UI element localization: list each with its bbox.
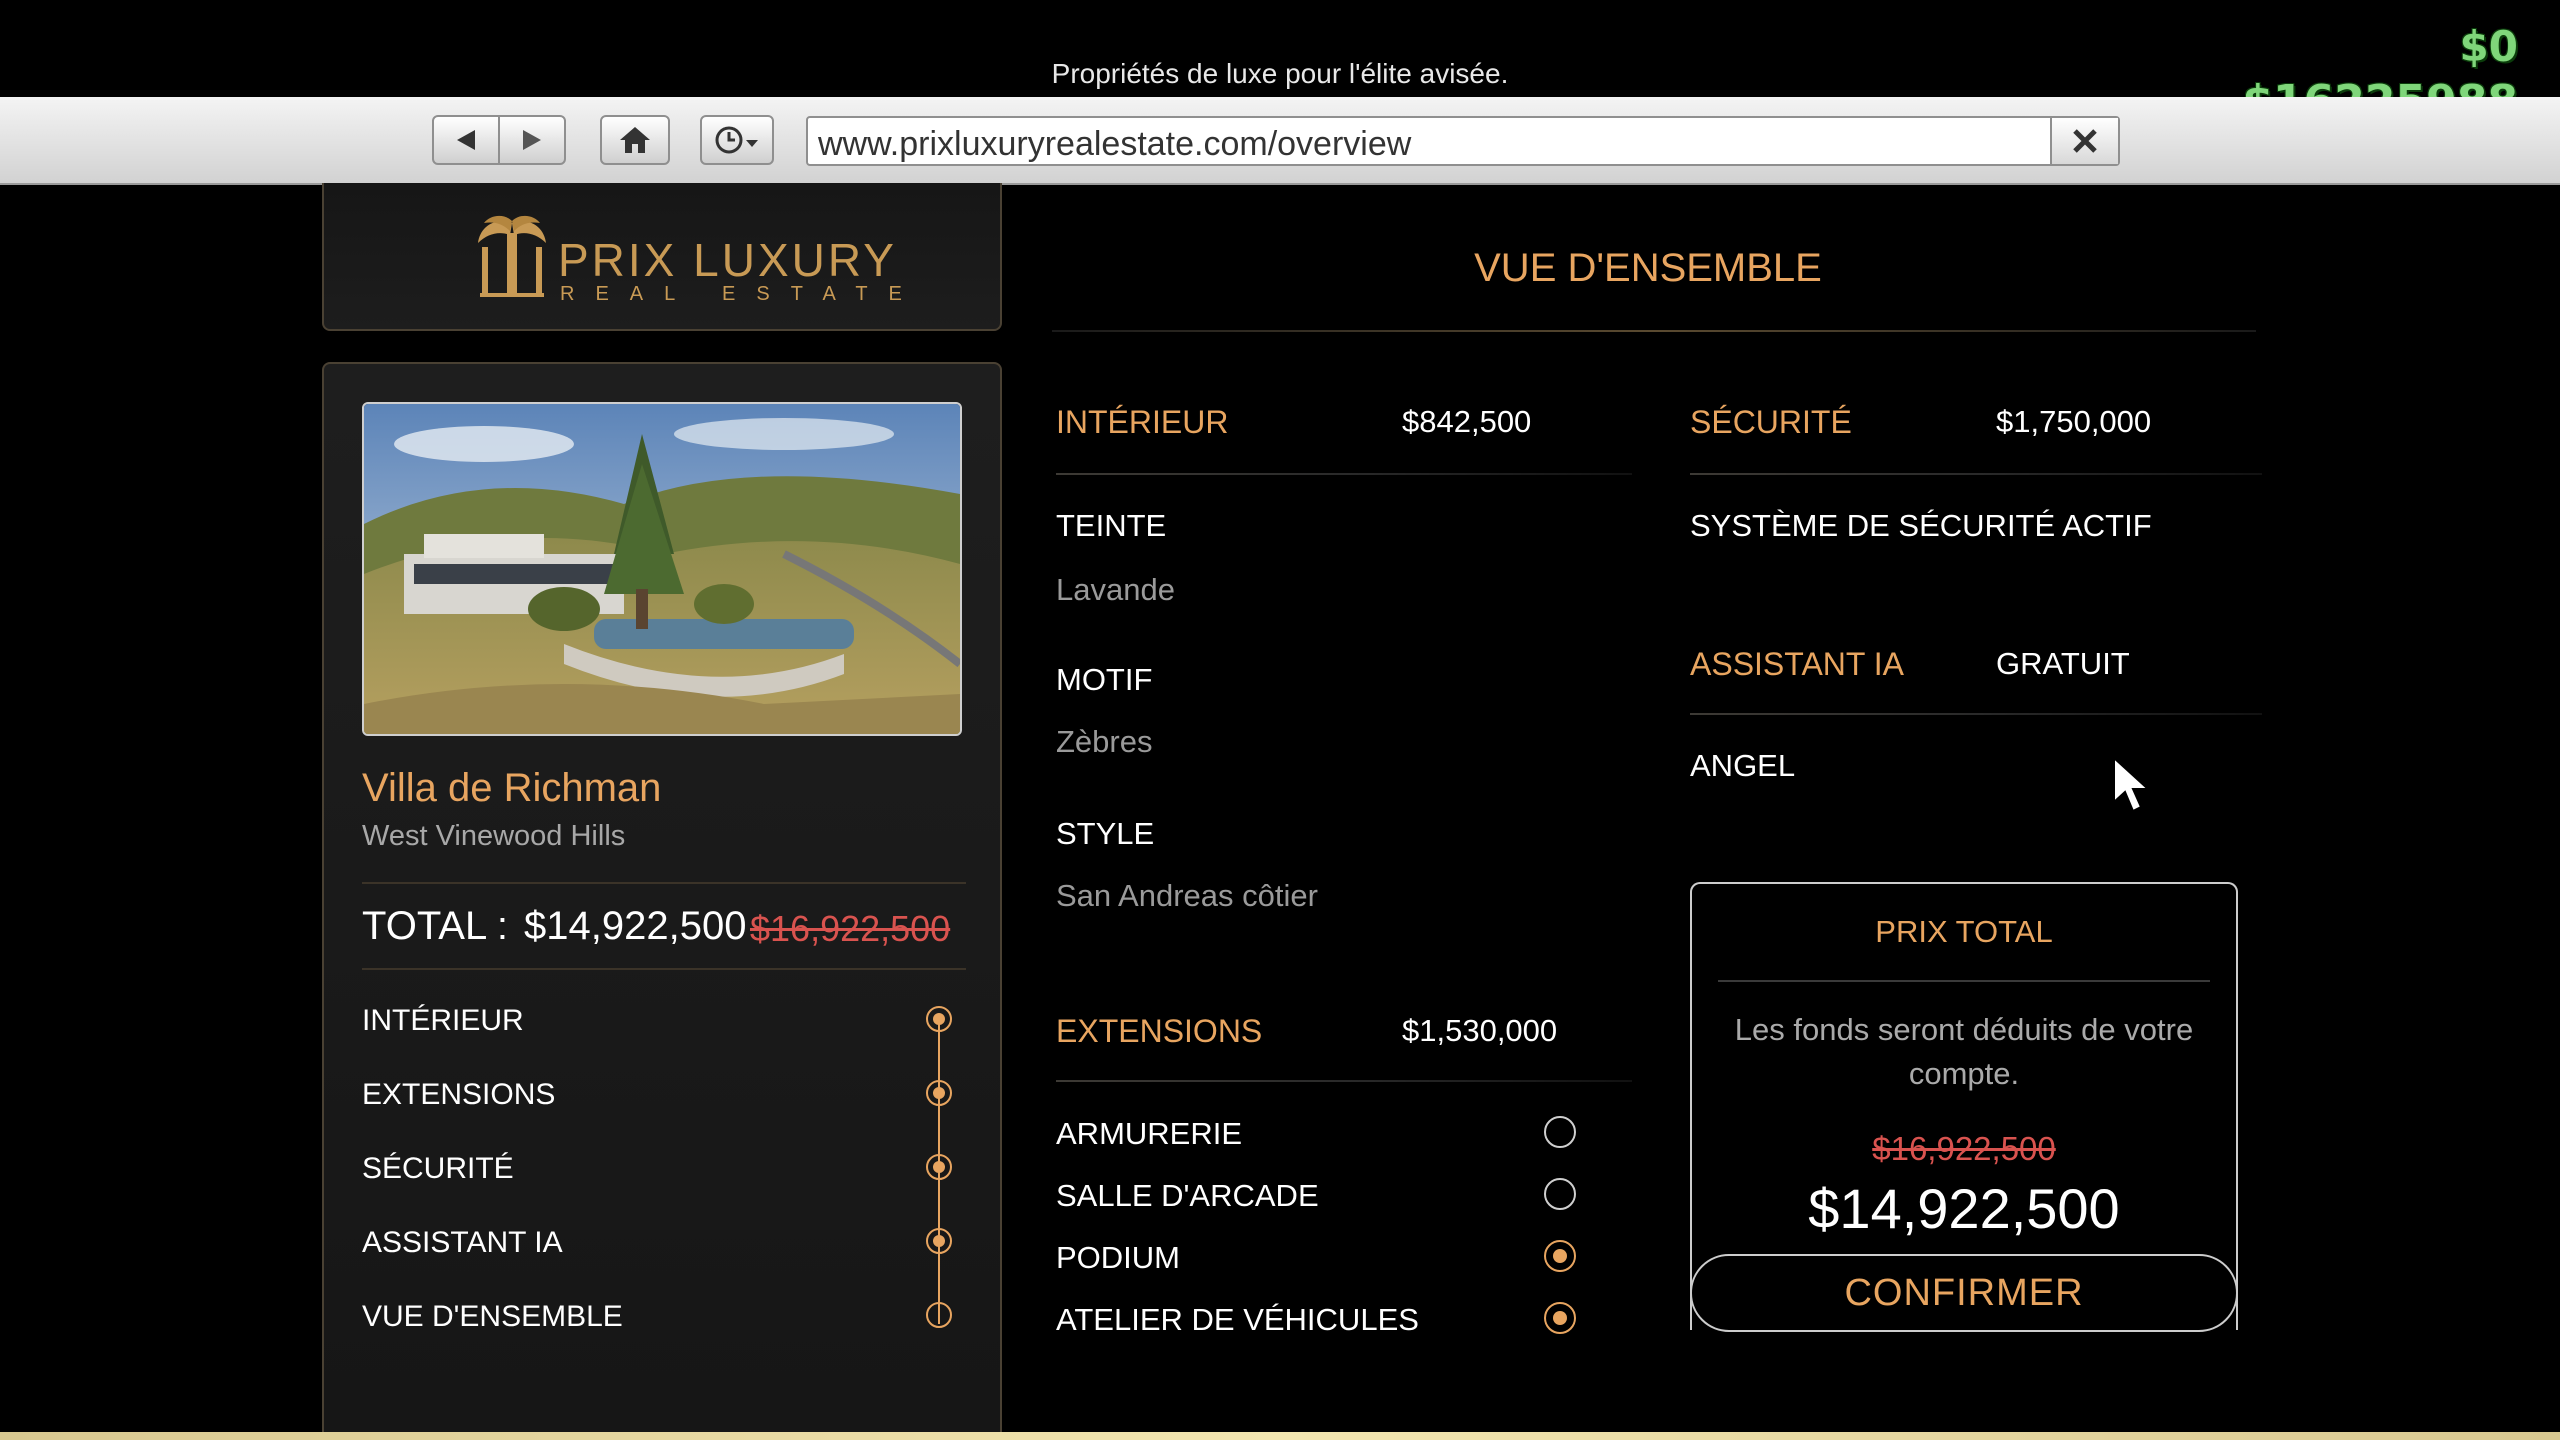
- step-dot: [926, 1080, 952, 1106]
- divider: [362, 882, 966, 884]
- total-price: $14,922,500: [524, 904, 747, 948]
- step-assistant-ia[interactable]: ASSISTANT IA: [362, 1226, 563, 1260]
- tint-label: TEINTE: [1056, 508, 1167, 543]
- extension-atelier-radio[interactable]: [1544, 1302, 1576, 1334]
- interior-section-title: INTÉRIEUR: [1056, 404, 1229, 440]
- divider: [1718, 980, 2210, 982]
- extension-podium-radio[interactable]: [1544, 1240, 1576, 1272]
- home-button[interactable]: [600, 115, 670, 165]
- browser-toolbar: www.prixluxuryrealestate.com/overview: [0, 97, 2560, 185]
- step-dot: [926, 1006, 952, 1032]
- address-bar[interactable]: www.prixluxuryrealestate.com/overview: [806, 116, 2120, 166]
- extension-podium-label: PODIUM: [1056, 1240, 1180, 1275]
- url-text: www.prixluxuryrealestate.com/overview: [818, 125, 1412, 163]
- mouse-cursor-icon: [2113, 756, 2151, 813]
- interior-price: $842,500: [1402, 404, 1532, 439]
- divider: [362, 968, 966, 970]
- security-price: $1,750,000: [1996, 404, 2152, 439]
- extensions-section-title: EXTENSIONS: [1056, 1013, 1263, 1049]
- style-value: San Andreas côtier: [1056, 878, 1318, 913]
- step-securite[interactable]: SÉCURITÉ: [362, 1152, 514, 1186]
- security-section-title: SÉCURITÉ: [1690, 404, 1852, 440]
- logo-panel: PRIX LUXURY REAL ESTATE: [322, 183, 1002, 331]
- property-image: [362, 402, 962, 736]
- ai-section-title: ASSISTANT IA: [1690, 646, 1904, 682]
- extension-armurerie-label: ARMURERIE: [1056, 1116, 1243, 1151]
- confirm-button[interactable]: CONFIRMER: [1690, 1254, 2238, 1332]
- step-interieur[interactable]: INTÉRIEUR: [362, 1004, 524, 1038]
- step-dot: [926, 1302, 952, 1328]
- pattern-value: Zèbres: [1056, 724, 1153, 759]
- back-forward-group: [432, 115, 566, 165]
- back-icon[interactable]: [434, 117, 500, 163]
- page-title: VUE D'ENSEMBLE: [1474, 246, 1822, 290]
- total-box-price: $14,922,500: [1808, 1177, 2120, 1240]
- palm-tree-logo-icon: [478, 215, 546, 297]
- close-icon: [2073, 129, 2097, 153]
- security-system-label: SYSTÈME DE SÉCURITÉ ACTIF: [1690, 508, 2152, 543]
- pattern-label: MOTIF: [1056, 662, 1153, 697]
- history-button[interactable]: [700, 115, 774, 165]
- ai-price: GRATUIT: [1996, 646, 2130, 681]
- property-panel: Villa de Richman West Vinewood Hills TOT…: [322, 362, 1002, 1440]
- cash-amount: $0: [2459, 22, 2518, 71]
- ai-assistant-name: ANGEL: [1690, 748, 1796, 783]
- extension-atelier-label: ATELIER DE VÉHICULES: [1056, 1302, 1419, 1337]
- divider: [1690, 713, 2262, 715]
- logo-wordmark: PRIX LUXURY: [558, 234, 897, 286]
- step-dot: [926, 1154, 952, 1180]
- history-clock-icon: [715, 126, 758, 154]
- total-box-original-price: $16,922,500: [1872, 1130, 2056, 1167]
- extension-armurerie-radio[interactable]: [1544, 1116, 1576, 1148]
- close-button[interactable]: [2050, 118, 2118, 164]
- style-label: STYLE: [1056, 816, 1155, 851]
- tint-value: Lavande: [1056, 572, 1175, 607]
- forward-icon[interactable]: [500, 117, 564, 163]
- divider: [1056, 1080, 1632, 1082]
- bottom-strip: [0, 1432, 2560, 1440]
- original-price: $16,922,500: [750, 908, 951, 949]
- logo-subtitle: REAL ESTATE: [560, 283, 923, 305]
- step-extensions[interactable]: EXTENSIONS: [362, 1078, 555, 1112]
- funds-note: Les fonds seront déduits de votre compte…: [1734, 1012, 2194, 1091]
- site-tagline: Propriétés de luxe pour l'élite avisée.: [1051, 58, 1509, 89]
- extensions-price: $1,530,000: [1402, 1013, 1558, 1048]
- total-box-title: PRIX TOTAL: [1875, 914, 2053, 949]
- property-name: Villa de Richman: [362, 766, 662, 810]
- extension-arcade-label: SALLE D'ARCADE: [1056, 1178, 1319, 1213]
- divider: [1690, 473, 2262, 475]
- step-dot: [926, 1228, 952, 1254]
- extension-arcade-radio[interactable]: [1544, 1178, 1576, 1210]
- divider: [1052, 330, 2256, 332]
- total-label: TOTAL :: [362, 904, 508, 948]
- step-vue-ensemble[interactable]: VUE D'ENSEMBLE: [362, 1300, 623, 1334]
- divider: [1056, 473, 1632, 475]
- home-icon: [620, 127, 650, 153]
- property-location: West Vinewood Hills: [362, 820, 626, 852]
